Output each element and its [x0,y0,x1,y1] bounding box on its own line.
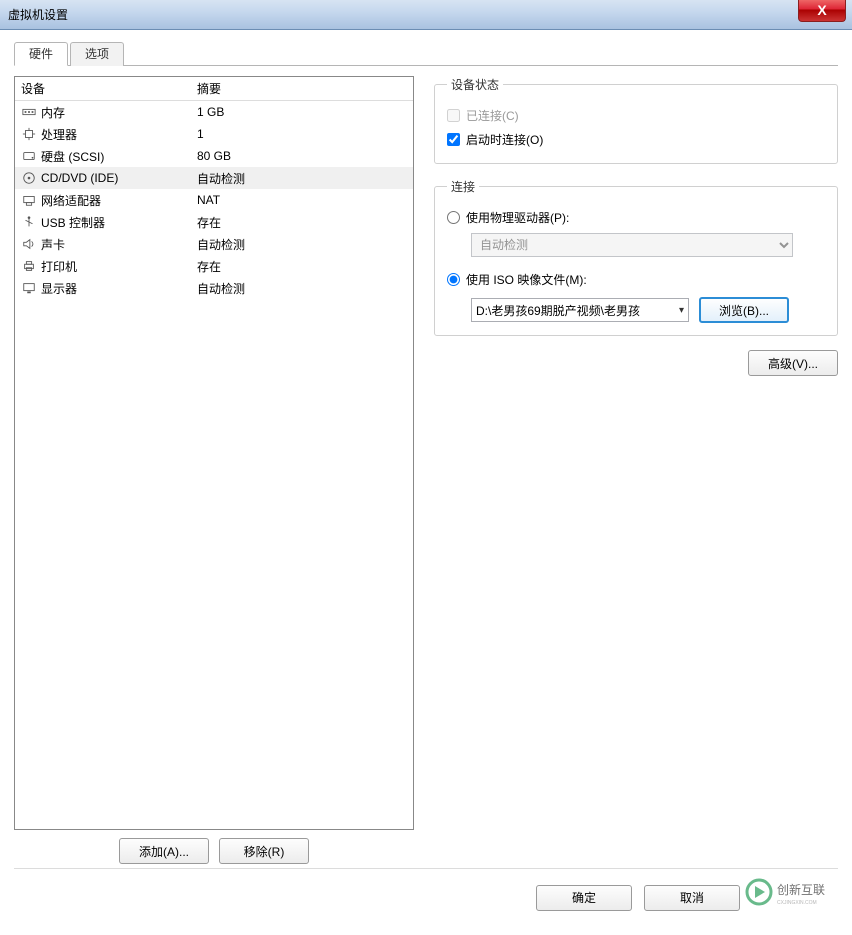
connect-at-power-checkbox[interactable] [447,133,460,146]
ok-button[interactable]: 确定 [536,885,632,911]
device-label: 显示器 [41,280,77,297]
close-button[interactable]: X [798,0,846,22]
remove-device-button[interactable]: 移除(R) [219,838,309,864]
nic-icon [21,192,37,208]
device-label: CD/DVD (IDE) [41,171,118,185]
device-label: 硬盘 (SCSI) [41,148,104,165]
device-summary: 自动检测 [197,280,413,297]
connect-at-power-row[interactable]: 启动时连接(O) [447,127,825,151]
device-summary: 80 GB [197,149,413,163]
close-icon: X [817,2,826,18]
device-summary: NAT [197,193,413,207]
device-row-sound[interactable]: 声卡 自动检测 [15,233,413,255]
iso-path-combo[interactable]: D:\老男孩69期脱产视频\老男孩 ▾ [471,298,689,322]
use-iso-label: 使用 ISO 映像文件(M): [466,271,587,288]
use-physical-row[interactable]: 使用物理驱动器(P): [447,205,825,229]
device-summary: 自动检测 [197,236,413,253]
window-title: 虚拟机设置 [8,0,68,30]
cpu-icon [21,126,37,142]
device-row-display[interactable]: 显示器 自动检测 [15,277,413,299]
device-summary: 自动检测 [197,170,413,187]
device-label: 处理器 [41,126,77,143]
device-summary: 1 [197,127,413,141]
device-label: 内存 [41,104,65,121]
brand-watermark: 创新互联 CXJINGXIN.COM [738,870,838,914]
device-label: USB 控制器 [41,214,105,231]
tab-strip: 硬件 选项 [14,42,838,66]
connection-group: 连接 使用物理驱动器(P): 自动检测 使用 ISO 映像文件(M): [434,178,838,336]
device-list: 设备 摘要 内存 1 GB [14,76,414,830]
device-row-cddvd[interactable]: CD/DVD (IDE) 自动检测 [15,167,413,189]
device-list-header: 设备 摘要 [15,77,413,101]
device-row-usb[interactable]: USB 控制器 存在 [15,211,413,233]
usb-icon [21,214,37,230]
device-label: 打印机 [41,258,77,275]
use-physical-radio[interactable] [447,211,460,224]
sound-icon [21,236,37,252]
device-status-group: 设备状态 已连接(C) 启动时连接(O) [434,76,838,164]
printer-icon [21,258,37,274]
device-summary: 1 GB [197,105,413,119]
iso-path-text: D:\老男孩69期脱产视频\老男孩 [476,302,640,319]
device-status-legend: 设备状态 [447,76,503,93]
chevron-down-icon: ▾ [679,305,684,316]
device-summary: 存在 [197,214,413,231]
dialog-footer: 确定 取消 创新互联 CXJINGXIN.COM [14,868,838,916]
disk-icon [21,148,37,164]
connected-checkbox-row: 已连接(C) [447,103,825,127]
cd-icon [21,170,37,186]
advanced-button[interactable]: 高级(V)... [748,350,838,376]
device-row-nic[interactable]: 网络适配器 NAT [15,189,413,211]
device-summary: 存在 [197,258,413,275]
svg-text:CXJINGXIN.COM: CXJINGXIN.COM [777,900,817,906]
device-label: 网络适配器 [41,192,101,209]
connected-checkbox [447,109,460,122]
display-icon [21,280,37,296]
connect-at-power-label: 启动时连接(O) [466,131,543,148]
cancel-button[interactable]: 取消 [644,885,740,911]
connection-legend: 连接 [447,178,479,195]
use-iso-radio[interactable] [447,273,460,286]
memory-icon [21,104,37,120]
use-iso-row[interactable]: 使用 ISO 映像文件(M): [447,267,825,291]
device-row-cpu[interactable]: 处理器 1 [15,123,413,145]
device-row-disk[interactable]: 硬盘 (SCSI) 80 GB [15,145,413,167]
col-header-device[interactable]: 设备 [21,80,197,97]
add-device-button[interactable]: 添加(A)... [119,838,209,864]
svg-text:创新互联: 创新互联 [777,882,825,897]
col-header-summary[interactable]: 摘要 [197,80,413,97]
tab-hardware[interactable]: 硬件 [14,42,68,66]
browse-button[interactable]: 浏览(B)... [699,297,789,323]
tab-options[interactable]: 选项 [70,42,124,66]
use-physical-label: 使用物理驱动器(P): [466,209,569,226]
window-titlebar: 虚拟机设置 X [0,0,852,30]
device-label: 声卡 [41,236,65,253]
connected-label: 已连接(C) [466,107,519,124]
device-row-memory[interactable]: 内存 1 GB [15,101,413,123]
physical-drive-select: 自动检测 [471,233,793,257]
device-row-printer[interactable]: 打印机 存在 [15,255,413,277]
